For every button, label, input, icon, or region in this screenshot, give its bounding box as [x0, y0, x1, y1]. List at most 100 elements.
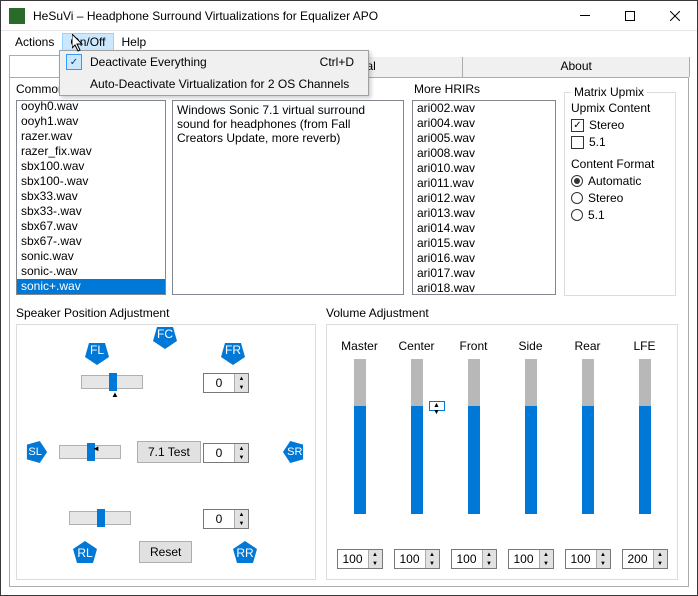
list-item[interactable]: ari017.wav	[413, 266, 555, 281]
list-item[interactable]: ari008.wav	[413, 146, 555, 161]
menu-deactivate-everything[interactable]: ✓ Deactivate Everything Ctrl+D	[60, 51, 368, 73]
speaker-rr[interactable]: RR	[233, 541, 257, 563]
menu-auto-deactivate[interactable]: Auto-Deactivate Virtualization for 2 OS …	[60, 73, 368, 95]
volume-spinner[interactable]: ▲▼	[451, 549, 497, 569]
slider-thumb-icon[interactable]: ▲▼	[429, 401, 445, 411]
volume-adjust-label: Volume Adjustment	[326, 306, 429, 320]
tab-content: Common HRIRs ooyh0.wavooyh1.wavrazer.wav…	[9, 77, 689, 587]
front-slider[interactable]: ▲	[81, 375, 143, 389]
volume-slider[interactable]	[411, 359, 423, 514]
list-item[interactable]: ooyh0.wav	[17, 100, 165, 114]
volume-slider[interactable]	[468, 359, 480, 514]
list-item[interactable]: ari005.wav	[413, 131, 555, 146]
list-item[interactable]: ooyh1.wav	[17, 114, 165, 129]
side-slider[interactable]: ◄	[59, 445, 121, 459]
speaker-adjust-group: FL FC FR SL SR RL RR ▲ ◄ ▲▼ ▲▼ ▲▼ 7.1 Te…	[16, 324, 316, 580]
list-item[interactable]: sbx67-.wav	[17, 234, 165, 249]
matrix-upmix-legend: Matrix Upmix	[571, 85, 647, 99]
speaker-rl[interactable]: RL	[73, 541, 97, 563]
rear-spinner[interactable]: ▲▼	[203, 509, 249, 529]
volume-slider[interactable]	[354, 359, 366, 514]
svg-text:RL: RL	[77, 546, 93, 560]
list-item[interactable]: sbx33.wav	[17, 189, 165, 204]
volume-slider[interactable]	[639, 359, 651, 514]
speaker-sl[interactable]: SL	[25, 441, 49, 463]
volume-label: Side	[508, 339, 554, 353]
common-hrirs-list[interactable]: ooyh0.wavooyh1.wavrazer.wavrazer_fix.wav…	[16, 100, 166, 295]
list-item[interactable]: sonic+.wav	[17, 279, 165, 294]
list-item[interactable]: sbx100.wav	[17, 159, 165, 174]
test-button[interactable]: 7.1 Test	[137, 441, 201, 463]
volume-column-rear: Rear ▲▼	[565, 339, 611, 569]
volume-slider[interactable]	[525, 359, 537, 514]
volume-column-lfe: LFE ▲▼	[622, 339, 668, 569]
format-51-radio[interactable]: 5.1	[571, 208, 669, 222]
list-item[interactable]: ari004.wav	[413, 116, 555, 131]
speaker-sr[interactable]: SR	[281, 441, 305, 463]
list-item[interactable]: sbx67.wav	[17, 219, 165, 234]
volume-column-master: Master▲▼	[337, 339, 383, 569]
matrix-upmix-group: Matrix Upmix Upmix Content ✓Stereo 5.1 C…	[564, 92, 676, 296]
more-hrirs-label: More HRIRs	[414, 82, 480, 96]
content-format-label: Content Format	[571, 157, 669, 171]
speaker-fr[interactable]: FR	[221, 343, 245, 365]
minimize-button[interactable]	[562, 1, 607, 30]
volume-spinner[interactable]: ▲▼	[337, 549, 383, 569]
check-icon: ✓	[66, 54, 82, 70]
list-item[interactable]: sonic-.wav	[17, 264, 165, 279]
menu-onoff[interactable]: On/Off	[62, 33, 113, 51]
list-item[interactable]: sonic.wav	[17, 249, 165, 264]
list-item[interactable]: ari012.wav	[413, 191, 555, 206]
list-item[interactable]: ari002.wav	[413, 101, 555, 116]
volume-spinner[interactable]: ▲▼	[565, 549, 611, 569]
more-hrirs-list[interactable]: ari002.wavari004.wavari005.wavari008.wav…	[412, 100, 556, 295]
onoff-dropdown: ✓ Deactivate Everything Ctrl+D Auto-Deac…	[59, 50, 369, 96]
volume-column-front: Front ▲▼	[451, 339, 497, 569]
format-stereo-radio[interactable]: Stereo	[571, 191, 669, 205]
tab-about[interactable]: About	[462, 57, 690, 77]
upmix-content-label: Upmix Content	[571, 101, 669, 115]
rear-slider[interactable]	[69, 511, 131, 525]
volume-label: LFE	[622, 339, 668, 353]
speaker-adjust-label: Speaker Position Adjustment	[16, 306, 169, 320]
volume-slider[interactable]	[582, 359, 594, 514]
speaker-fc[interactable]: FC	[153, 327, 177, 349]
list-item[interactable]: ari016.wav	[413, 251, 555, 266]
svg-text:SL: SL	[28, 446, 41, 458]
title-bar: HeSuVi – Headphone Surround Virtualizati…	[1, 1, 697, 31]
volume-label: Rear	[565, 339, 611, 353]
svg-text:FR: FR	[225, 343, 241, 357]
maximize-button[interactable]	[607, 1, 652, 30]
volume-spinner[interactable]: ▲▼	[394, 549, 440, 569]
front-spinner[interactable]: ▲▼	[203, 373, 249, 393]
svg-text:RR: RR	[236, 546, 254, 560]
side-spinner[interactable]: ▲▼	[203, 443, 249, 463]
upmix-stereo-checkbox[interactable]: ✓Stereo	[571, 118, 669, 132]
reset-button[interactable]: Reset	[139, 541, 192, 563]
list-item[interactable]: sbx33-.wav	[17, 204, 165, 219]
volume-spinner[interactable]: ▲▼	[508, 549, 554, 569]
list-item[interactable]: ari014.wav	[413, 221, 555, 236]
list-item[interactable]: ari010.wav	[413, 161, 555, 176]
volume-label: Front	[451, 339, 497, 353]
list-item[interactable]: ari011.wav	[413, 176, 555, 191]
volume-label: Center	[394, 339, 440, 353]
menu-actions[interactable]: Actions	[7, 33, 62, 51]
list-item[interactable]: razer_fix.wav	[17, 144, 165, 159]
speaker-fl[interactable]: FL	[85, 343, 109, 365]
list-item[interactable]: razer.wav	[17, 129, 165, 144]
close-button[interactable]	[652, 1, 697, 30]
menu-help[interactable]: Help	[114, 33, 155, 51]
list-item[interactable]: ari015.wav	[413, 236, 555, 251]
list-item[interactable]: ari018.wav	[413, 281, 555, 295]
upmix-51-checkbox[interactable]: 5.1	[571, 135, 669, 149]
volume-column-side: Side ▲▼	[508, 339, 554, 569]
list-item[interactable]: sbx100-.wav	[17, 174, 165, 189]
svg-text:FL: FL	[90, 343, 104, 357]
format-automatic-radio[interactable]: Automatic	[571, 174, 669, 188]
list-item[interactable]: ari013.wav	[413, 206, 555, 221]
svg-text:SR: SR	[287, 446, 302, 458]
hrir-description: Windows Sonic 7.1 virtual surround sound…	[172, 100, 404, 295]
volume-spinner[interactable]: ▲▼	[622, 549, 668, 569]
window-title: HeSuVi – Headphone Surround Virtualizati…	[33, 9, 562, 23]
